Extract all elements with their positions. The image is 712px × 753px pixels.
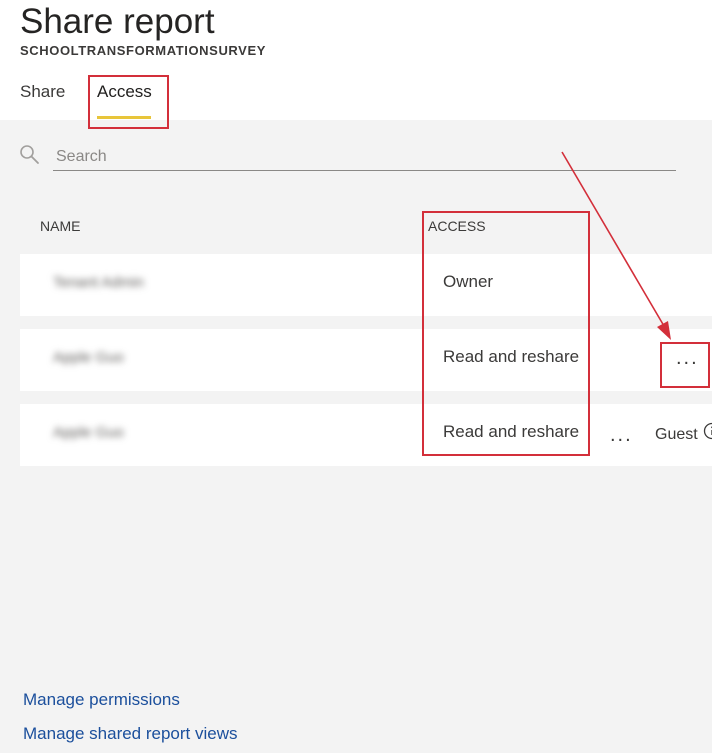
annotation-box-access-tab [88, 75, 169, 129]
guest-badge: Guest [655, 426, 698, 443]
annotation-box-access-column [422, 211, 590, 456]
annotation-box-more-button [660, 342, 710, 388]
manage-shared-report-views-link[interactable]: Manage shared report views [23, 724, 238, 744]
manage-permissions-link[interactable]: Manage permissions [23, 690, 180, 710]
more-options-button[interactable]: ... [610, 424, 633, 447]
tab-share[interactable]: Share [20, 82, 65, 102]
user-name: Tenant Admin [53, 274, 144, 291]
table-row: Apple Guo Read and reshare ... Guest [20, 404, 712, 466]
user-name: Apple Guo [53, 349, 124, 366]
table-row: Tenant Admin Owner [20, 254, 712, 316]
user-name: Apple Guo [53, 424, 124, 441]
search-input[interactable] [53, 143, 676, 171]
report-name: SCHOOLTRANSFORMATIONSURVEY [20, 43, 266, 58]
search-icon [20, 145, 39, 164]
column-header-name: NAME [40, 218, 81, 234]
info-icon[interactable] [703, 422, 712, 440]
table-row: Apple Guo Read and reshare ... [20, 329, 712, 391]
page-title: Share report [20, 2, 215, 41]
